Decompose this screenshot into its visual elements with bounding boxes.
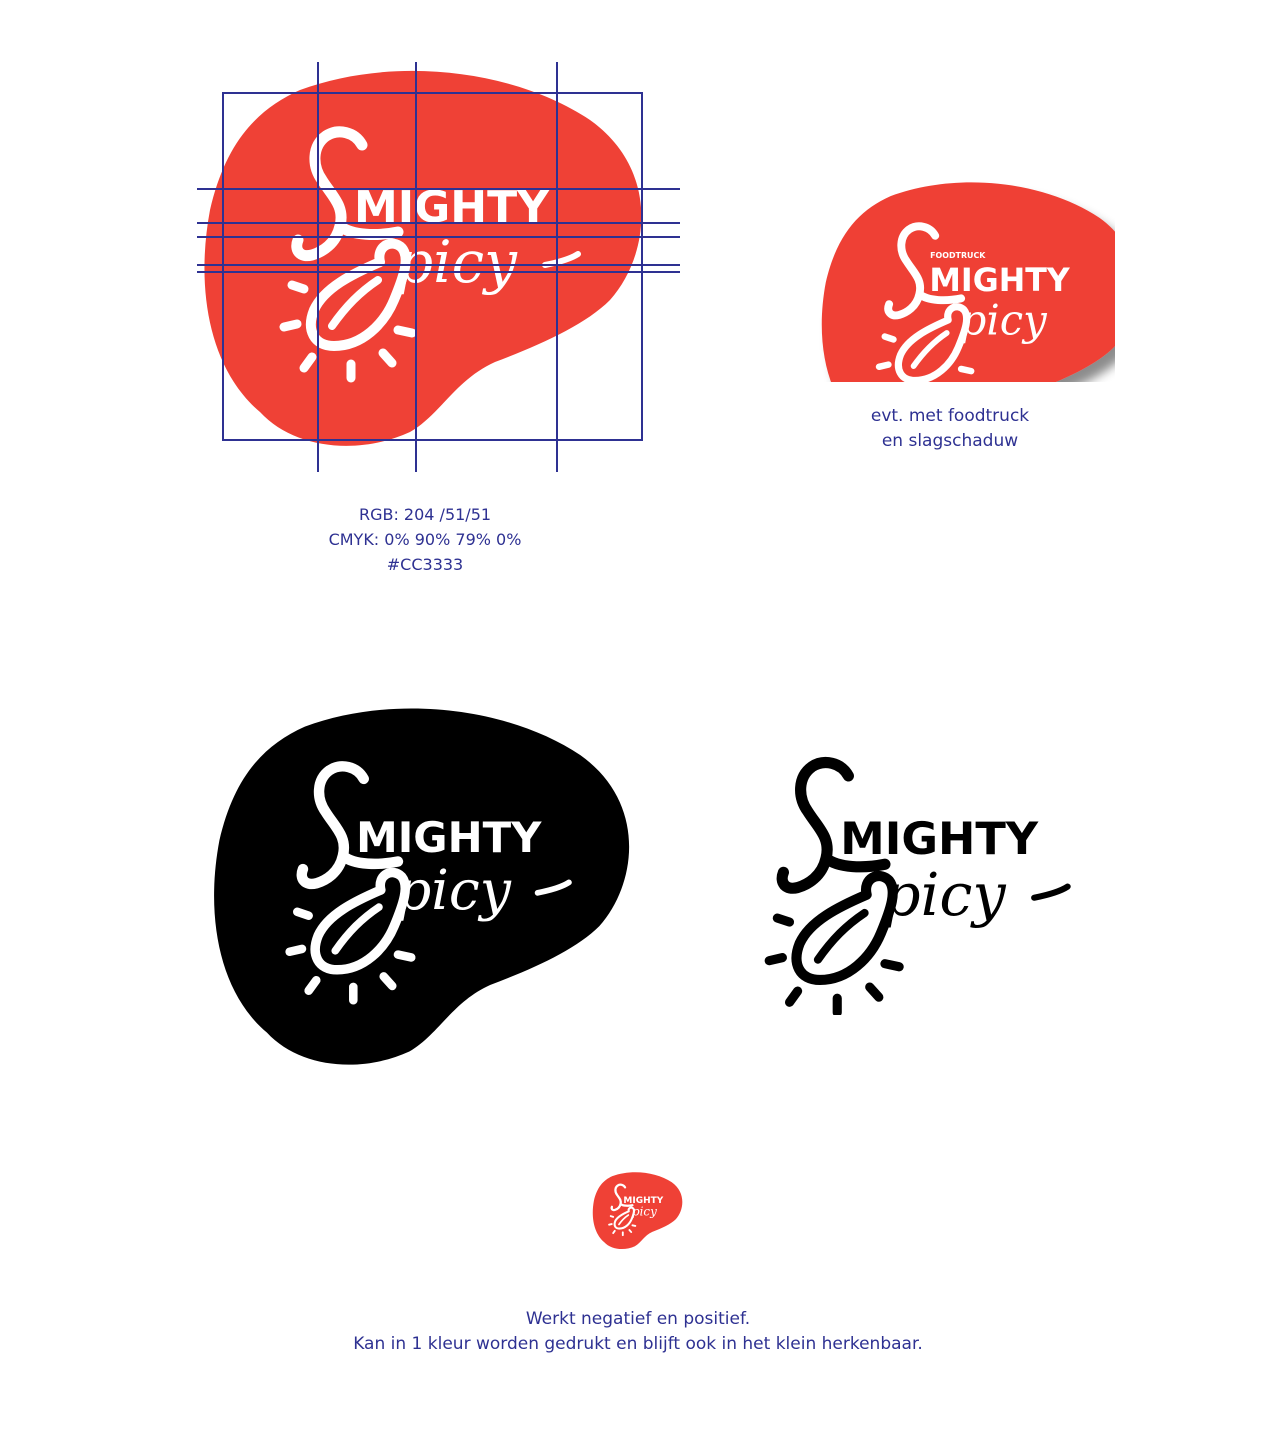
shadow-caption: evt. met foodtruck en slagschaduw	[800, 404, 1100, 454]
bottom-caption: Werkt negatief en positief. Kan in 1 kle…	[238, 1307, 1038, 1357]
cmyk-value: CMYK: 0% 90% 79% 0%	[328, 530, 522, 549]
rgb-value: RGB: 204 /51/51	[358, 505, 492, 524]
hex-value: #CC3333	[386, 555, 464, 574]
foodtruck-label: FOODTRUCK	[930, 251, 986, 260]
shadow-caption-line-2: en slagschaduw	[881, 431, 1019, 451]
bottom-caption-line-2: Kan in 1 kleur worden gedrukt en blijft …	[353, 1334, 923, 1354]
small-word-picy: picy	[632, 1204, 657, 1218]
positive-word-picy: picy	[883, 860, 1006, 929]
logo-word-picy: picy	[396, 228, 518, 296]
guide-logo: MIGHTY picy	[197, 62, 680, 472]
positive-word-mighty: MIGHTY	[840, 813, 1039, 865]
negative-logo: MIGHTY picy	[214, 708, 630, 1065]
shadow-word-picy: picy	[960, 295, 1048, 344]
negative-word-mighty: MIGHTY	[356, 813, 542, 862]
bottom-caption-line-1: Werkt negatief en positief.	[525, 1309, 751, 1329]
shadow-logo: MIGHTY picy FOODTRUCK	[821, 182, 1115, 382]
positive-logo: MIGHTY picy	[755, 750, 1071, 1015]
negative-word-picy: picy	[396, 858, 512, 922]
color-specs: RGB: 204 /51/51 CMYK: 0% 90% 79% 0% #CC3…	[280, 502, 570, 577]
shadow-word-mighty: MIGHTY	[929, 263, 1070, 299]
small-logo: MIGHTY picy	[592, 1172, 683, 1250]
shadow-caption-line-1: evt. met foodtruck	[870, 406, 1030, 426]
